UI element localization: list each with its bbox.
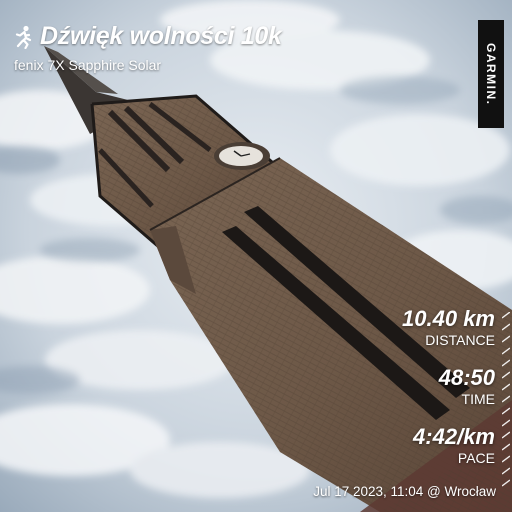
time-label: TIME [461, 391, 495, 407]
clock [214, 142, 270, 170]
title-row: Dźwięk wolności 10k [12, 22, 282, 51]
decorative-stripe [502, 312, 510, 487]
running-person-icon [15, 25, 32, 49]
activity-share-card: Dźwięk wolności 10k fenix 7X Sapphire So… [0, 0, 512, 512]
brand-name: GARMIN. [484, 42, 498, 106]
distance-value: 10.40 km [402, 306, 495, 331]
pace-label: PACE [457, 450, 495, 466]
garmin-logo: GARMIN. [478, 20, 504, 128]
activity-title: Dźwięk wolności 10k [40, 22, 282, 50]
pace-value: 4:42/km [413, 424, 495, 449]
distance-label: DISTANCE [425, 332, 495, 348]
date-location: Jul 17 2023, 11:04 @ Wrocław [313, 484, 496, 499]
device-name: fenix 7X Sapphire Solar [14, 57, 162, 73]
time-value: 48:50 [438, 365, 495, 390]
activity-stats: 10.40 km DISTANCE 48:50 TIME 4:42/km PAC… [275, 306, 495, 466]
activity-header: Dźwięk wolności 10k fenix 7X Sapphire So… [12, 22, 282, 73]
